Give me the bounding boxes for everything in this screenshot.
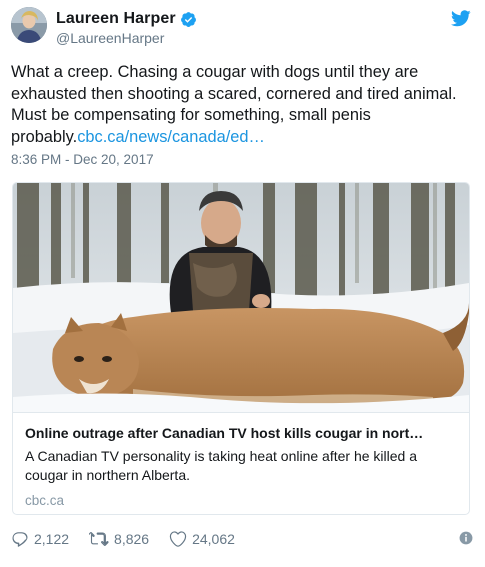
- timestamp[interactable]: 8:36 PM - Dec 20, 2017: [11, 152, 154, 167]
- reply-button[interactable]: 2,122: [11, 530, 69, 548]
- info-icon[interactable]: [459, 531, 473, 545]
- card-image[interactable]: [13, 183, 469, 412]
- card-body[interactable]: Online outrage after Canadian TV host ki…: [13, 412, 469, 508]
- like-button[interactable]: 24,062: [169, 530, 235, 548]
- avatar[interactable]: [11, 7, 47, 43]
- card-title[interactable]: Online outrage after Canadian TV host ki…: [25, 425, 455, 441]
- retweet-count: 8,826: [114, 531, 150, 547]
- tweet-text: What a creep. Chasing a cougar with dogs…: [11, 62, 473, 148]
- card-description: A Canadian TV personality is taking heat…: [25, 448, 417, 483]
- card-domain: cbc.ca: [25, 493, 65, 508]
- link-card[interactable]: Online outrage after Canadian TV host ki…: [12, 182, 470, 515]
- twitter-bird-icon[interactable]: [450, 10, 471, 27]
- action-bar: 2,122 8,826 24,062: [11, 528, 473, 550]
- author-handle[interactable]: @LaureenHarper: [56, 30, 164, 46]
- display-name[interactable]: Laureen Harper: [56, 10, 176, 28]
- retweet-button[interactable]: 8,826: [89, 530, 149, 548]
- tweet-embed: Laureen Harper @LaureenHarper What a cre…: [0, 0, 485, 567]
- tweet-link[interactable]: cbc.ca/news/canada/ed…: [77, 128, 265, 146]
- reply-icon: [12, 532, 28, 547]
- verified-badge-icon: [180, 11, 197, 28]
- like-count: 24,062: [192, 531, 235, 547]
- author-name-row[interactable]: Laureen Harper: [56, 10, 197, 28]
- reply-count: 2,122: [34, 531, 70, 547]
- retweet-icon: [89, 532, 109, 546]
- heart-icon: [169, 531, 187, 547]
